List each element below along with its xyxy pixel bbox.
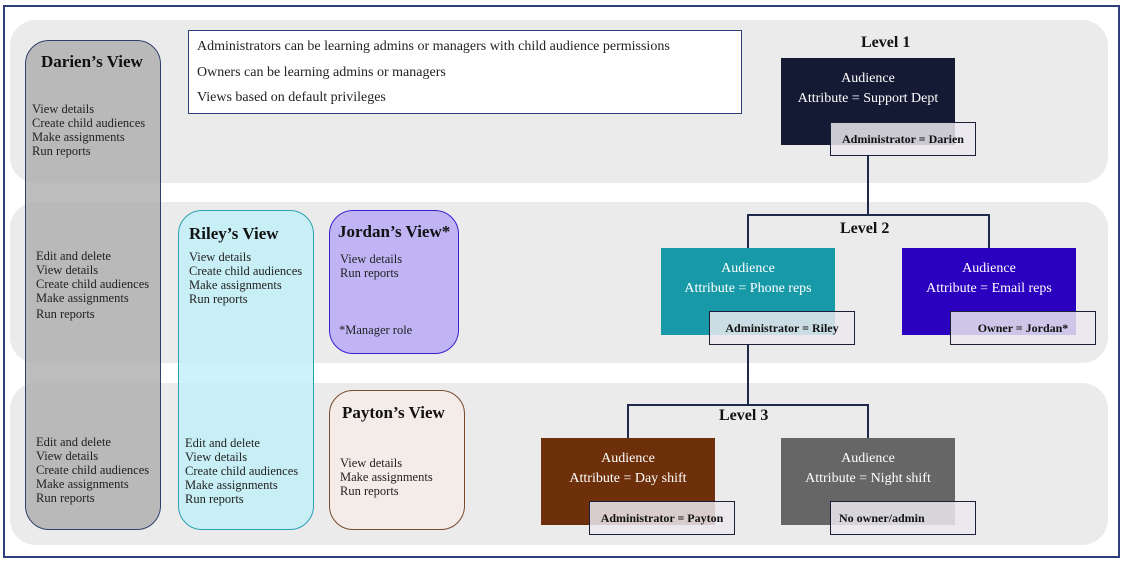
connector-line xyxy=(627,404,868,406)
level-2-label: Level 2 xyxy=(840,220,890,237)
audience-night-no-owner-tag: No owner/admin xyxy=(830,501,976,535)
permission-item: Edit and delete xyxy=(185,436,260,450)
audience-support-admin-tag: Administrator = Darien xyxy=(830,122,976,156)
audience-phone-admin-tag: Administrator = Riley xyxy=(709,311,855,345)
permission-item: Make assignments xyxy=(32,130,125,144)
permission-item: Run reports xyxy=(340,484,399,498)
darien-level3-permissions: Edit and delete View details Create chil… xyxy=(36,435,149,505)
permission-item: Run reports xyxy=(36,307,95,321)
permission-item: Create child audiences xyxy=(189,264,303,278)
notes-box: Administrators can be learning admins or… xyxy=(188,30,742,114)
permission-item: Create child audiences xyxy=(36,463,150,477)
jordan-level2-permissions: View details Run reports xyxy=(340,252,402,280)
permission-item: View details xyxy=(340,456,403,470)
connector-line xyxy=(747,345,749,405)
connector-line xyxy=(627,404,629,438)
permission-item: Run reports xyxy=(340,266,399,280)
audience-title: Audience xyxy=(841,451,895,466)
note-administrators: Administrators can be learning admins or… xyxy=(197,39,670,54)
audience-title: Audience xyxy=(601,451,655,466)
audience-email-owner-tag: Owner = Jordan* xyxy=(950,311,1096,345)
permission-item: Run reports xyxy=(36,491,95,505)
permission-item: Make assignments xyxy=(36,291,129,305)
note-views: Views based on default privileges xyxy=(197,90,386,105)
darien-view-title: Darien’s View xyxy=(41,52,143,71)
connector-line xyxy=(747,214,989,216)
level-1-label: Level 1 xyxy=(861,34,911,51)
permission-item: View details xyxy=(189,250,252,264)
audience-attribute: Attribute = Day shift xyxy=(569,471,687,486)
audience-title: Audience xyxy=(841,71,895,86)
permission-item: Edit and delete xyxy=(36,435,111,449)
riley-view-title: Riley’s View xyxy=(189,224,279,243)
darien-level2-permissions: Edit and delete View details Create chil… xyxy=(36,249,149,321)
audience-attribute: Attribute = Night shift xyxy=(805,471,931,486)
permission-item: Edit and delete xyxy=(36,249,111,263)
permission-item: View details xyxy=(340,252,403,266)
jordan-footnote: *Manager role xyxy=(339,323,413,337)
permission-item: View details xyxy=(36,449,99,463)
jordan-view-title: Jordan’s View* xyxy=(338,222,451,241)
audience-attribute: Attribute = Email reps xyxy=(926,281,1052,296)
riley-level3-permissions: Edit and delete View details Create chil… xyxy=(185,436,298,506)
level-3-label: Level 3 xyxy=(719,407,769,424)
permission-item: Create child audiences xyxy=(36,277,150,291)
permission-item: Make assignments xyxy=(189,278,282,292)
permission-item: View details xyxy=(32,102,95,116)
audience-title: Audience xyxy=(962,261,1016,276)
permission-item: Make assignments xyxy=(36,477,129,491)
audience-title: Audience xyxy=(721,261,775,276)
audience-day-admin-tag: Administrator = Payton xyxy=(589,501,735,535)
note-owners: Owners can be learning admins or manager… xyxy=(197,65,446,80)
permission-item: Make assignments xyxy=(185,478,278,492)
permission-item: Run reports xyxy=(185,492,244,506)
permission-item: Make assignments xyxy=(340,470,433,484)
permission-item: Create child audiences xyxy=(32,116,146,130)
darien-level1-permissions: View details Create child audiences Make… xyxy=(32,102,145,158)
permission-item: Run reports xyxy=(189,292,248,306)
audience-attribute: Attribute = Support Dept xyxy=(797,91,939,106)
audience-attribute: Attribute = Phone reps xyxy=(684,281,812,296)
connector-line xyxy=(988,214,990,248)
permission-item: View details xyxy=(185,450,248,464)
permission-item: Create child audiences xyxy=(185,464,299,478)
permission-item: Run reports xyxy=(32,144,91,158)
connector-line xyxy=(867,155,869,215)
riley-level2-permissions: View details Create child audiences Make… xyxy=(189,250,302,306)
connector-line xyxy=(867,404,869,438)
payton-level3-permissions: View details Make assignments Run report… xyxy=(340,456,433,498)
payton-view-title: Payton’s View xyxy=(342,403,445,422)
permission-item: View details xyxy=(36,263,99,277)
connector-line xyxy=(747,214,749,248)
